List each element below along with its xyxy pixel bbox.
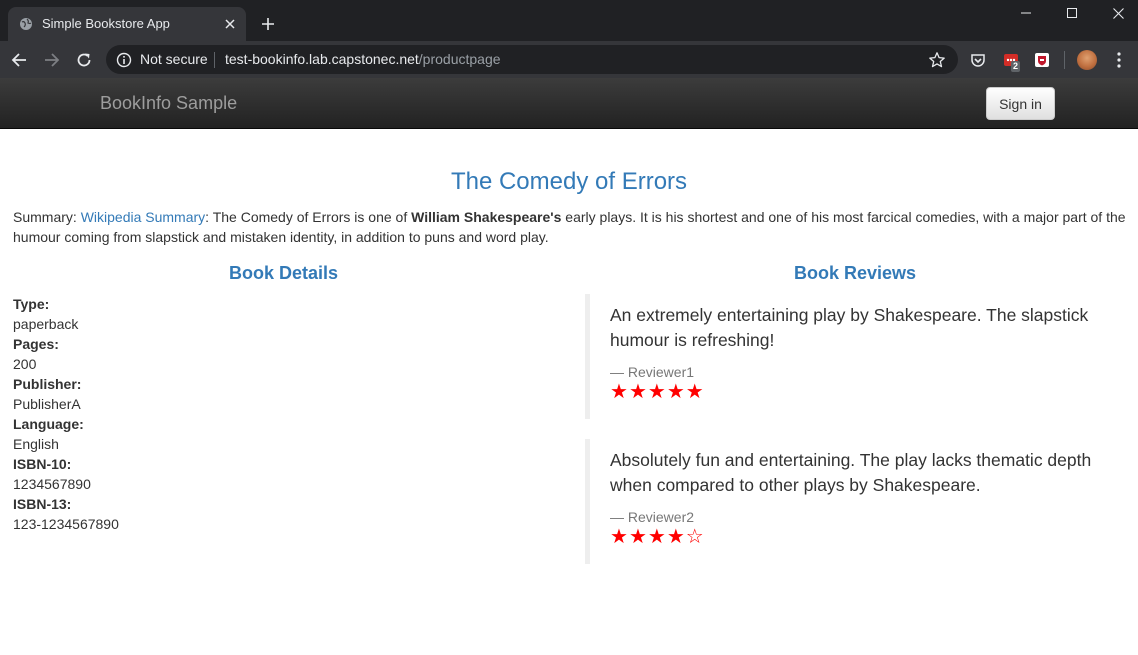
browser-tab[interactable]: Simple Bookstore App — [8, 7, 246, 41]
toolbar-separator — [1064, 51, 1065, 69]
filled-star-icon: ★ — [647, 526, 667, 548]
author-name: William Shakespeare's — [411, 209, 562, 225]
detail-value: 200 — [13, 356, 37, 372]
chrome-menu-icon[interactable] — [1110, 51, 1128, 69]
detail-value: 123-1234567890 — [13, 516, 119, 532]
book-details-list: Type: paperback Pages: 200 Publisher: Pu… — [13, 294, 119, 534]
filled-star-icon: ★ — [610, 381, 629, 403]
detail-value: English — [13, 436, 59, 452]
review-card: Absolutely fun and entertaining. The pla… — [585, 439, 1125, 564]
summary-text-part: : The Comedy of Errors is one of — [205, 209, 412, 225]
book-summary: Summary: Wikipedia Summary: The Comedy o… — [13, 207, 1133, 247]
detail-label: ISBN-13: — [13, 496, 72, 512]
address-bar[interactable]: Not secure test-bookinfo.lab.capstonec.n… — [106, 45, 958, 74]
sign-in-button[interactable]: Sign in — [986, 87, 1055, 120]
omnibox-divider — [214, 52, 215, 68]
filled-star-icon: ★ — [628, 526, 648, 548]
security-label: Not secure — [140, 51, 208, 67]
detail-label: Pages: — [13, 336, 59, 352]
book-details-heading: Book Details — [228, 263, 339, 283]
detail-value: paperback — [13, 316, 79, 332]
book-reviews-heading: Book Reviews — [793, 263, 917, 283]
browser-tab-strip: Simple Bookstore App — [0, 0, 1138, 41]
filled-star-icon: ★ — [647, 381, 667, 403]
reviewer-name: — Reviewer2 — [610, 509, 695, 525]
back-arrow-icon[interactable] — [8, 49, 30, 71]
filled-star-icon: ★ — [628, 381, 648, 403]
maximize-icon[interactable] — [1061, 4, 1083, 22]
summary-label: Summary: — [13, 209, 81, 225]
filled-star-icon: ★ — [685, 381, 705, 403]
info-icon[interactable] — [116, 52, 132, 68]
detail-label: Language: — [13, 416, 84, 432]
minimize-icon[interactable] — [1015, 4, 1037, 22]
profile-avatar[interactable] — [1077, 50, 1097, 70]
url-host: test-bookinfo.lab.capstonec.net — [225, 51, 419, 67]
new-tab-icon[interactable] — [258, 14, 278, 34]
lastpass-extension-icon[interactable]: 2 — [1002, 51, 1021, 72]
url-text[interactable]: test-bookinfo.lab.capstonec.net/productp… — [225, 51, 501, 67]
pocket-icon[interactable] — [969, 51, 987, 69]
reviewer-name: — Reviewer1 — [610, 364, 695, 380]
brand-link[interactable]: BookInfo Sample — [100, 93, 237, 114]
shield-extension-icon[interactable] — [1033, 51, 1051, 69]
empty-star-icon: ☆ — [685, 526, 705, 548]
filled-star-icon: ★ — [610, 526, 629, 548]
forward-arrow-icon[interactable] — [41, 49, 63, 71]
bookmark-star-icon[interactable] — [928, 51, 946, 69]
wikipedia-summary-link[interactable]: Wikipedia Summary — [81, 209, 205, 225]
filled-star-icon: ★ — [666, 526, 686, 548]
book-title: The Comedy of Errors — [450, 168, 688, 195]
filled-star-icon: ★ — [666, 381, 686, 403]
close-window-icon[interactable] — [1107, 4, 1129, 22]
site-navbar: BookInfo Sample Sign in — [0, 78, 1138, 129]
review-card: An extremely entertaining play by Shakes… — [585, 294, 1125, 419]
extension-badge: 2 — [1011, 61, 1021, 72]
url-path: /productpage — [418, 51, 501, 67]
detail-value: 1234567890 — [13, 476, 91, 492]
globe-icon — [20, 18, 32, 30]
detail-label: Publisher: — [13, 376, 82, 392]
reload-icon[interactable] — [73, 49, 95, 71]
detail-value: PublisherA — [13, 396, 81, 412]
detail-label: ISBN-10: — [13, 456, 72, 472]
close-tab-icon[interactable] — [222, 16, 238, 32]
tab-title: Simple Bookstore App — [42, 16, 170, 31]
star-rating: ★★★★★ — [610, 382, 1125, 402]
review-text: Absolutely fun and entertaining. The pla… — [610, 450, 1092, 495]
review-text: An extremely entertaining play by Shakes… — [610, 305, 1089, 350]
star-rating: ★★★★☆ — [610, 527, 1125, 547]
browser-toolbar: Not secure test-bookinfo.lab.capstonec.n… — [0, 41, 1138, 78]
detail-label: Type: — [13, 296, 50, 312]
